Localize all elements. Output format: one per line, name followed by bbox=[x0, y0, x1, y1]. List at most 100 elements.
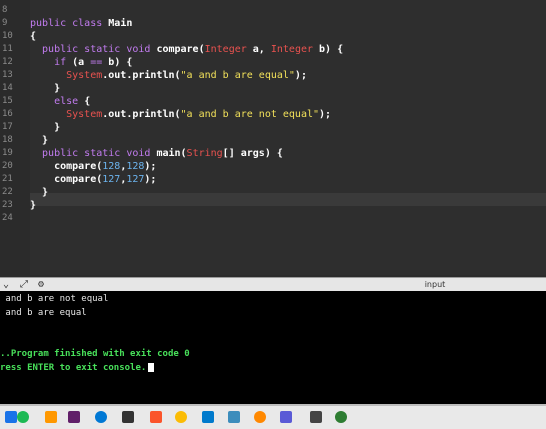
line-number: 12 bbox=[2, 57, 13, 67]
obs-icon[interactable] bbox=[122, 411, 134, 423]
code-token: "a and b are equal" bbox=[180, 70, 295, 81]
code-token: [] args) { bbox=[222, 148, 283, 159]
line-number: 13 bbox=[2, 70, 13, 80]
code-token: Integer bbox=[270, 44, 314, 55]
console-toolbar: ⌄ ⤢ ⚙ input bbox=[0, 277, 546, 292]
code-line: if (a == b) { bbox=[30, 56, 132, 69]
line-number: 21 bbox=[2, 174, 13, 184]
code-line: compare(127,127); bbox=[30, 173, 156, 186]
line-number-gutter: 8 9 10 11 12 13 14 15 16 17 18 19 20 21 22 23 24 bbox=[0, 0, 30, 275]
code-token: ); bbox=[144, 174, 157, 185]
code-token: == bbox=[90, 57, 103, 68]
code-line: compare(128,128); bbox=[30, 160, 156, 173]
slack-icon[interactable] bbox=[68, 411, 80, 423]
task-view-icon[interactable] bbox=[5, 411, 17, 423]
taskbar bbox=[0, 404, 546, 429]
code-line: } bbox=[30, 121, 60, 134]
line-number: 15 bbox=[2, 96, 13, 106]
code-token: System bbox=[66, 109, 103, 120]
code-token: public class bbox=[30, 18, 109, 29]
output-console[interactable]: and b are not equal and b are equal ..Pr… bbox=[0, 291, 546, 404]
code-token: b) { bbox=[313, 44, 344, 55]
line-number: 10 bbox=[2, 31, 13, 41]
code-token: else bbox=[54, 96, 79, 107]
git-icon[interactable] bbox=[228, 411, 240, 423]
console-line: and b are equal bbox=[0, 308, 87, 318]
code-token: { bbox=[78, 96, 91, 107]
code-token: compare( bbox=[30, 174, 103, 185]
code-token: b) { bbox=[102, 57, 133, 68]
console-line: ress ENTER to exit console. bbox=[0, 362, 155, 374]
code-token: 128 bbox=[102, 161, 121, 172]
code-token: 128 bbox=[126, 161, 145, 172]
code-token: a, bbox=[246, 44, 271, 55]
line-number: 11 bbox=[2, 44, 13, 54]
code-token: System bbox=[66, 70, 103, 81]
text-cursor bbox=[148, 363, 155, 372]
code-token: } bbox=[30, 187, 49, 198]
code-line: public class Main bbox=[30, 17, 132, 30]
current-line-highlight bbox=[30, 193, 546, 206]
code-token: ); bbox=[319, 109, 332, 120]
code-token: Main bbox=[108, 18, 133, 29]
code-line: } bbox=[30, 186, 48, 199]
code-token: compare( bbox=[156, 44, 205, 55]
tab-input[interactable]: input bbox=[420, 278, 450, 292]
settings-icon[interactable] bbox=[310, 411, 322, 423]
code-token: { bbox=[30, 31, 37, 42]
code-token: 127 bbox=[102, 174, 121, 185]
code-editor[interactable]: 8 9 10 11 12 13 14 15 16 17 18 19 20 21 22 23 24 public … bbox=[0, 0, 546, 275]
line-number: 24 bbox=[2, 213, 13, 223]
line-number: 22 bbox=[2, 187, 13, 197]
line-number: 20 bbox=[2, 161, 13, 171]
console-line: and b are not equal bbox=[0, 294, 109, 304]
line-number: 16 bbox=[2, 109, 13, 119]
spotify-icon[interactable] bbox=[17, 411, 29, 423]
chrome-icon[interactable] bbox=[175, 411, 187, 423]
code-area[interactable]: public class Main{ public static void co… bbox=[30, 0, 546, 275]
code-token: public static void bbox=[30, 148, 157, 159]
code-token: public static void bbox=[30, 44, 157, 55]
code-line: public static void compare(Integer a, In… bbox=[30, 43, 343, 56]
line-number: 17 bbox=[2, 122, 13, 132]
code-token: if bbox=[54, 57, 67, 68]
camera-icon[interactable] bbox=[280, 411, 292, 423]
code-token: main( bbox=[156, 148, 187, 159]
code-line: } bbox=[30, 199, 36, 212]
code-token: compare( bbox=[30, 161, 103, 172]
expand-icon[interactable]: ⤢ bbox=[20, 279, 28, 290]
code-line: } bbox=[30, 82, 60, 95]
line-number: 18 bbox=[2, 135, 13, 145]
code-token: } bbox=[30, 135, 49, 146]
code-token: .out.println( bbox=[102, 109, 181, 120]
code-token: ); bbox=[144, 161, 157, 172]
code-token: (a bbox=[66, 57, 91, 68]
code-token: } bbox=[30, 200, 37, 211]
brave-icon[interactable] bbox=[150, 411, 162, 423]
outlook-icon[interactable] bbox=[95, 411, 107, 423]
terminal-icon[interactable] bbox=[335, 411, 347, 423]
line-number: 19 bbox=[2, 148, 13, 158]
code-line: System.out.println("a and b are equal"); bbox=[30, 69, 307, 82]
code-token: 127 bbox=[126, 174, 145, 185]
code-token: } bbox=[30, 122, 61, 133]
line-number: 23 bbox=[2, 200, 13, 210]
line-number: 8 bbox=[2, 5, 8, 15]
line-number: 14 bbox=[2, 83, 13, 93]
chevron-down-icon[interactable]: ⌄ bbox=[3, 279, 9, 290]
vscode-icon[interactable] bbox=[202, 411, 214, 423]
sublime-icon[interactable] bbox=[45, 411, 57, 423]
code-token: "a and b are not equal" bbox=[180, 109, 320, 120]
settings-icon[interactable]: ⚙ bbox=[38, 279, 44, 290]
code-token: .out.println( bbox=[102, 70, 181, 81]
code-token: ); bbox=[294, 70, 307, 81]
line-number: 9 bbox=[2, 18, 8, 28]
code-line: else { bbox=[30, 95, 90, 108]
code-line: } bbox=[30, 134, 48, 147]
vlc-icon[interactable] bbox=[254, 411, 266, 423]
code-line: { bbox=[30, 30, 36, 43]
console-line: ..Program finished with exit code 0 bbox=[0, 349, 190, 359]
